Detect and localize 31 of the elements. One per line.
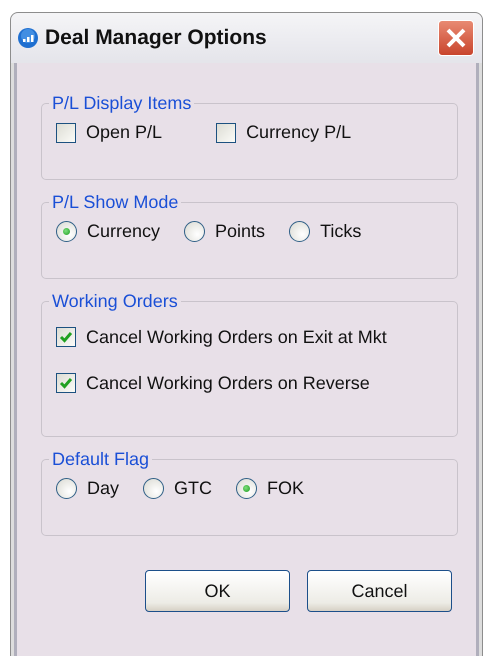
radio-button[interactable] [184,221,206,242]
dialog-button[interactable]: Cancel [307,570,452,612]
checkbox-label[interactable]: Cancel Working Orders on Exit at Mkt [86,326,387,348]
checkbox-label[interactable]: Cancel Working Orders on Reverse [86,372,370,394]
radio-label[interactable]: Currency [87,221,160,242]
radio-button[interactable] [56,478,77,499]
radio-button[interactable] [56,221,77,242]
window-title: Deal Manager Options [45,26,268,50]
radio-label[interactable]: Points [215,221,266,242]
radio-label[interactable]: GTC [174,478,212,499]
checkbox[interactable] [56,327,76,347]
dialog-button[interactable]: OK [145,570,290,612]
group-title: Working Orders [51,291,179,312]
checkbox-label[interactable]: Open P/L [86,122,162,143]
check-icon [59,377,73,389]
group-title: Default Flag [51,449,150,470]
close-button[interactable] [438,20,474,56]
radio-button[interactable] [236,478,258,499]
app-icon [17,27,39,49]
check-icon [59,331,73,343]
checkbox[interactable] [216,122,236,142]
checkbox[interactable] [56,373,76,393]
radio-button[interactable] [289,221,310,242]
radio-label[interactable]: Ticks [320,221,362,242]
checkbox[interactable] [56,122,76,142]
radio-button[interactable] [143,478,164,499]
checkbox-label[interactable]: Currency P/L [246,122,352,143]
radio-label[interactable]: Day [87,478,120,499]
radio-label[interactable]: FOK [267,478,304,499]
group-title: P/L Display Items [51,93,192,114]
group-title: P/L Show Mode [51,192,180,213]
